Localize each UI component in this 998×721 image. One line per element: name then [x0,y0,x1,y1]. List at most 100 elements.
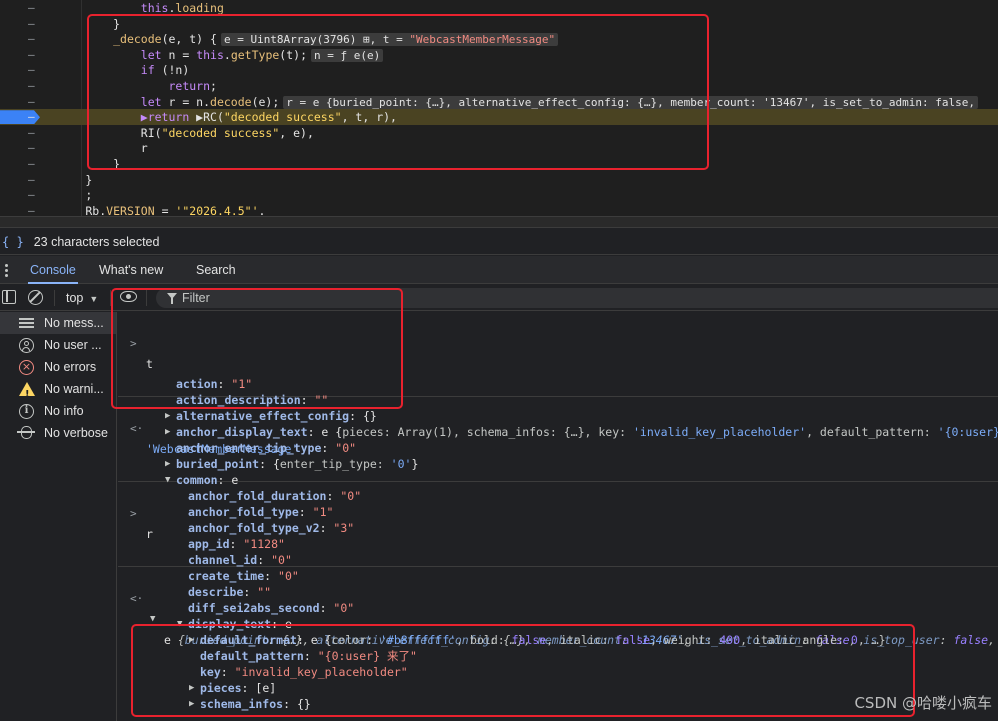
warning-icon [19,382,35,400]
collapse-triangle-icon[interactable]: ▼ [165,472,170,488]
property-row: default_pattern: "{0:user} 来了" [118,648,998,664]
property-row: describe: "" [118,584,998,600]
code-text: Rb.VERSION = '"2026.4.5"'. [30,203,266,216]
expand-triangle-icon[interactable]: ▶ [165,424,170,440]
source-line[interactable]: – r [0,140,998,156]
property-row[interactable]: ▶ buried_point: {enter_tip_type: '0'} [118,456,998,472]
sidebar-item-label: No warni... [44,382,104,396]
source-line[interactable]: – } [0,172,998,188]
expand-triangle-icon[interactable]: ▶ [165,408,170,424]
input-chevron-icon: > [130,337,137,350]
property-text: schema_infos: {} [200,697,311,711]
console-toolbar: top ▼ [0,285,998,311]
source-line[interactable]: – RI("decoded success", e), [0,125,998,141]
property-text: create_time: "0" [188,569,299,583]
list-icon [19,316,34,331]
toolbar-divider [110,290,111,306]
inline-value-preview[interactable]: e = Uint8Array(3796) ⊞, t = "WebcastMemb… [220,33,559,47]
property-row: channel_id: "0" [118,552,998,568]
console-input-text: t [146,357,153,371]
live-expression-eye-icon[interactable] [120,291,137,302]
bug-icon [17,426,35,439]
source-editor[interactable]: – this.loading – } – _decode(e, t) {e = Ui… [0,0,998,216]
inline-value-preview[interactable]: n = ƒ e(e) [311,48,384,62]
property-text: action: "1" [176,377,253,391]
property-row[interactable]: ▼ display_text: e [118,616,998,632]
sidebar-item-info[interactable]: i No info [0,400,116,422]
expand-triangle-icon[interactable]: ▶ [189,680,194,696]
error-icon: × [19,360,34,375]
console-sidebar: No mess... No user ... × No errors No wa… [0,312,117,721]
code-text: this.loading [140,1,224,15]
sidebar-item-label: No verbose [44,426,108,440]
inline-value-preview[interactable]: r = e {buried_point: {…}, alternative_ef… [283,95,979,109]
collapse-triangle-icon[interactable]: ▼ [177,616,182,632]
property-row[interactable]: ▶ anchor_display_text: e {pieces: Array(1… [118,424,998,440]
context-value: top [66,291,84,305]
user-icon [19,338,34,353]
property-row[interactable]: ▶ alternative_effect_config: {} [118,408,998,424]
chevron-down-icon: ▼ [89,294,99,304]
tab-whats-new[interactable]: What's new [97,256,165,284]
selection-status-text: 23 characters selected [33,235,160,249]
source-line[interactable]: – } [0,156,998,172]
source-line[interactable]: – this.loading [0,0,998,16]
property-text: anchor_fold_duration: "0" [188,489,362,503]
property-text: diff_sei2abs_second: "0" [188,601,355,615]
sidebar-item-messages[interactable]: No mess... [0,312,116,334]
filter-box[interactable] [156,288,998,308]
filter-icon [167,293,177,304]
console-messages[interactable]: > t <· 'WebcastMemberMessage' > r <· ▼ e… [118,312,998,721]
tab-search[interactable]: Search [194,256,238,284]
selection-status-bar: { } 23 characters selected [0,229,998,255]
property-text: alternative_effect_config: {} [176,409,377,423]
property-text: display_text: e [188,617,292,631]
property-text: anchor_display_text: e {pieces: Array(1)… [176,425,998,439]
pretty-print-icon[interactable]: { } [2,235,24,249]
toolbar-divider [54,290,55,306]
code-text: ; [30,188,93,203]
expand-triangle-icon[interactable]: ▶ [189,696,194,712]
drawer-tab-bar: Console What's new Search [0,256,998,284]
sidebar-item-verbose[interactable]: No verbose [0,422,116,444]
property-text: anchor_fold_type: "1" [188,505,334,519]
code-text: } [30,16,121,31]
filter-input[interactable] [182,288,982,308]
source-line[interactable]: – let n = this.getType(t); n = ƒ e(e) [0,47,998,63]
paused-source-line[interactable]: – ▶return ▶RC("decoded success", t, r), [0,109,998,126]
property-row: diff_sei2abs_second: "0" [118,600,998,616]
drawer-menu-icon[interactable] [5,264,8,279]
code-text: _decode(e, t) {e = Uint8Array(3796) ⊞, t… [30,31,559,48]
property-text: common: e [176,473,239,487]
code-text: } [30,172,93,187]
context-selector[interactable]: top ▼ [66,285,98,311]
source-line[interactable]: – let r = n.decode(e); r = e {buried_poin… [0,94,998,110]
source-line[interactable]: – _decode(e, t) {e = Uint8Array(3796) ⊞,… [0,31,998,47]
property-row: create_time: "0" [118,568,998,584]
panel-splitter[interactable] [0,216,998,228]
expand-triangle-icon[interactable]: ▶ [165,456,170,472]
property-text: default_format: e {color: '#b8ffffff', b… [200,633,886,647]
source-line[interactable]: – Rb.VERSION = '"2026.4.5"'. [0,203,998,216]
source-line[interactable]: – } [0,16,998,32]
sidebar-toggle-icon[interactable] [2,290,16,304]
property-row: anchor_fold_duration: "0" [118,488,998,504]
property-row[interactable]: ▶ default_format: e {color: '#b8ffffff', … [118,632,998,648]
sidebar-item-user-messages[interactable]: No user ... [0,334,116,356]
property-row: anchor_fold_type: "1" [118,504,998,520]
property-row[interactable]: ▼ common: e [118,472,998,488]
code-text: let r = n.decode(e); r = e {buried_point:… [30,94,979,111]
property-text: app_id: "1128" [188,537,285,551]
clear-console-icon[interactable] [28,290,43,305]
source-line[interactable]: – return; [0,78,998,94]
property-row: key: "invalid_key_placeholder" [118,664,998,680]
sidebar-item-warnings[interactable]: No warni... [0,378,116,400]
expand-triangle-icon[interactable]: ▶ [189,632,194,648]
source-line[interactable]: – if (!n) [0,62,998,78]
tab-console[interactable]: Console [28,256,78,284]
property-text: anchor_fold_type_v2: "3" [188,521,355,535]
property-row: app_id: "1128" [118,536,998,552]
sidebar-item-errors[interactable]: × No errors [0,356,116,378]
source-line[interactable]: – ; [0,187,998,203]
code-text: return; [168,79,217,93]
